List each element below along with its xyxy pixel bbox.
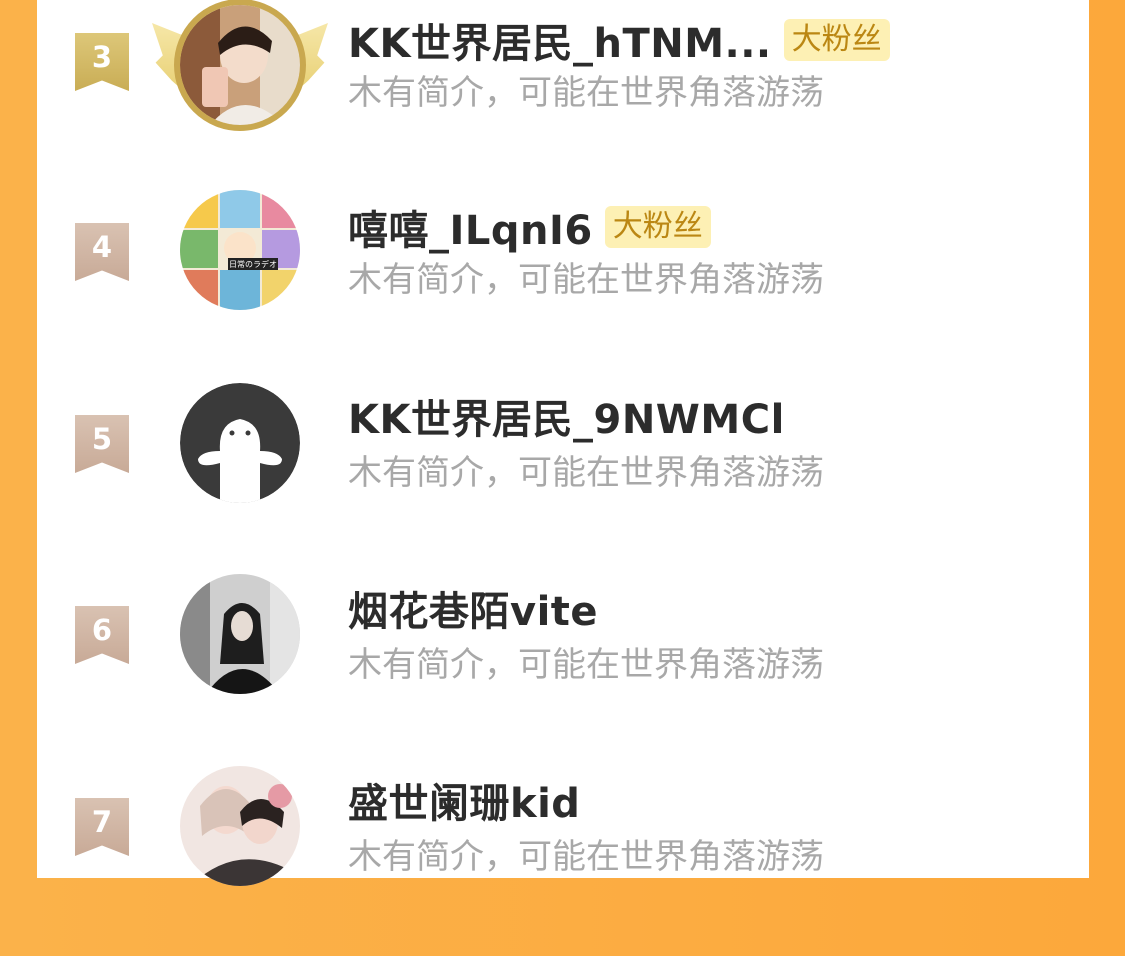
fan-row[interactable]: 6 烟花巷陌vite 木有简介，可能在世界角落游荡 xyxy=(37,574,1089,764)
fan-name[interactable]: 嘻嘻_ILqnI6 xyxy=(348,198,593,256)
avatar-frame[interactable] xyxy=(180,383,300,503)
fan-ranking-panel: 3 KK世界居民_hTNM... 大粉丝 木有简介，可能在世界角落游荡 4 日常… xyxy=(37,0,1089,886)
rank-number: 7 xyxy=(91,805,113,839)
fan-row[interactable]: 7 盛世阑珊kid 木有简介，可能在世界角落游荡 xyxy=(37,766,1089,956)
avatar-gold-ring xyxy=(174,0,306,131)
rank-number: 6 xyxy=(91,613,113,647)
avatar-frame[interactable]: 日常のラデオ xyxy=(180,190,300,310)
rank-number: 4 xyxy=(91,230,113,264)
status-badge: 大粉丝 xyxy=(783,19,890,61)
fan-bio: 木有简介，可能在世界角落游荡 xyxy=(348,453,824,493)
avatar: 日常のラデオ xyxy=(180,190,300,310)
rank-ribbon: 6 xyxy=(75,606,129,664)
default-avatar-icon xyxy=(180,383,300,503)
avatar xyxy=(180,574,300,694)
fan-row[interactable]: 5 KK世界居民_9NWMCl 木有简介，可能在世界角落游荡 xyxy=(37,383,1089,573)
rank-ribbon: 4 xyxy=(75,223,129,281)
rank-ribbon: 5 xyxy=(75,415,129,473)
avatar-frame[interactable] xyxy=(152,0,328,131)
status-badge: 大粉丝 xyxy=(604,206,711,248)
fan-bio: 木有简介，可能在世界角落游荡 xyxy=(348,73,824,113)
rank-number: 3 xyxy=(91,40,113,74)
fan-name[interactable]: KK世界居民_hTNM... xyxy=(348,11,772,69)
fan-bio: 木有简介，可能在世界角落游荡 xyxy=(348,645,824,685)
fan-name[interactable]: 烟花巷陌vite xyxy=(348,579,598,637)
fan-bio: 木有简介，可能在世界角落游荡 xyxy=(348,837,824,877)
avatar xyxy=(180,766,300,886)
fan-name[interactable]: 盛世阑珊kid xyxy=(348,771,580,829)
fan-bio: 木有简介，可能在世界角落游荡 xyxy=(348,260,824,300)
fan-row[interactable]: 3 KK世界居民_hTNM... 大粉丝 木有简介，可能在世界角落游荡 xyxy=(37,0,1089,195)
avatar-frame[interactable] xyxy=(180,574,300,694)
avatar-caption: 日常のラデオ xyxy=(229,259,277,269)
rank-number: 5 xyxy=(91,422,113,456)
rank-ribbon: 7 xyxy=(75,798,129,856)
avatar-frame[interactable] xyxy=(180,766,300,886)
fan-name[interactable]: KK世界居民_9NWMCl xyxy=(348,387,785,445)
fan-row[interactable]: 4 日常のラデオ 嘻嘻_ILqnI6 大粉丝 木有简介，可能在世界角落游荡 xyxy=(37,190,1089,380)
rank-ribbon: 3 xyxy=(75,33,129,91)
